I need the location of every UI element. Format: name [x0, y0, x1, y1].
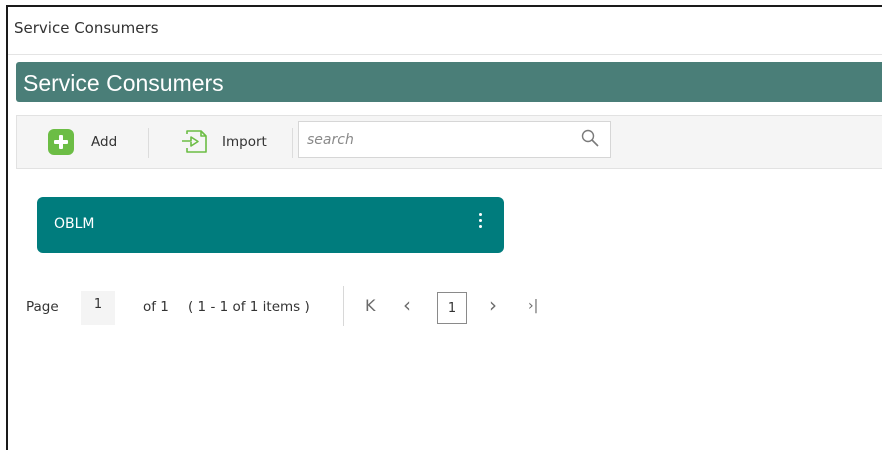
search-icon[interactable] — [580, 128, 600, 152]
title-divider — [8, 54, 882, 55]
pagination: Page 1 of 1 ( 1 - 1 of 1 items ) K ‹ 1 ›… — [26, 286, 626, 326]
page-title: Service Consumers — [23, 70, 224, 96]
pager-divider — [343, 286, 344, 326]
toolbar: Add Import — [16, 115, 882, 169]
import-icon — [180, 129, 210, 155]
add-button-label: Add — [91, 134, 118, 150]
page-button-1[interactable]: 1 — [437, 292, 467, 324]
toolbar-divider — [292, 128, 293, 158]
toolbar-divider — [148, 128, 149, 158]
page-header: Service Consumers — [16, 62, 882, 102]
next-page-icon[interactable]: › — [489, 293, 497, 317]
consumer-name: OBLM — [54, 216, 95, 232]
search-input[interactable] — [307, 130, 567, 150]
search-box — [298, 121, 611, 158]
page-label: Page — [26, 299, 59, 315]
import-button-label: Import — [222, 134, 267, 150]
import-button[interactable]: Import — [180, 116, 267, 168]
last-page-icon[interactable]: ›| — [528, 298, 538, 314]
window-title: Service Consumers — [14, 19, 159, 37]
page-count: of 1 — [143, 299, 169, 315]
page-number-input[interactable]: 1 — [81, 291, 115, 325]
prev-page-icon[interactable]: ‹ — [403, 293, 411, 317]
first-page-icon[interactable]: K — [365, 296, 376, 315]
plus-icon — [48, 129, 74, 155]
add-button[interactable]: Add — [48, 116, 117, 168]
items-summary: ( 1 - 1 of 1 items ) — [188, 299, 310, 315]
more-options-icon[interactable] — [476, 213, 484, 231]
consumer-card[interactable]: OBLM — [37, 197, 504, 253]
